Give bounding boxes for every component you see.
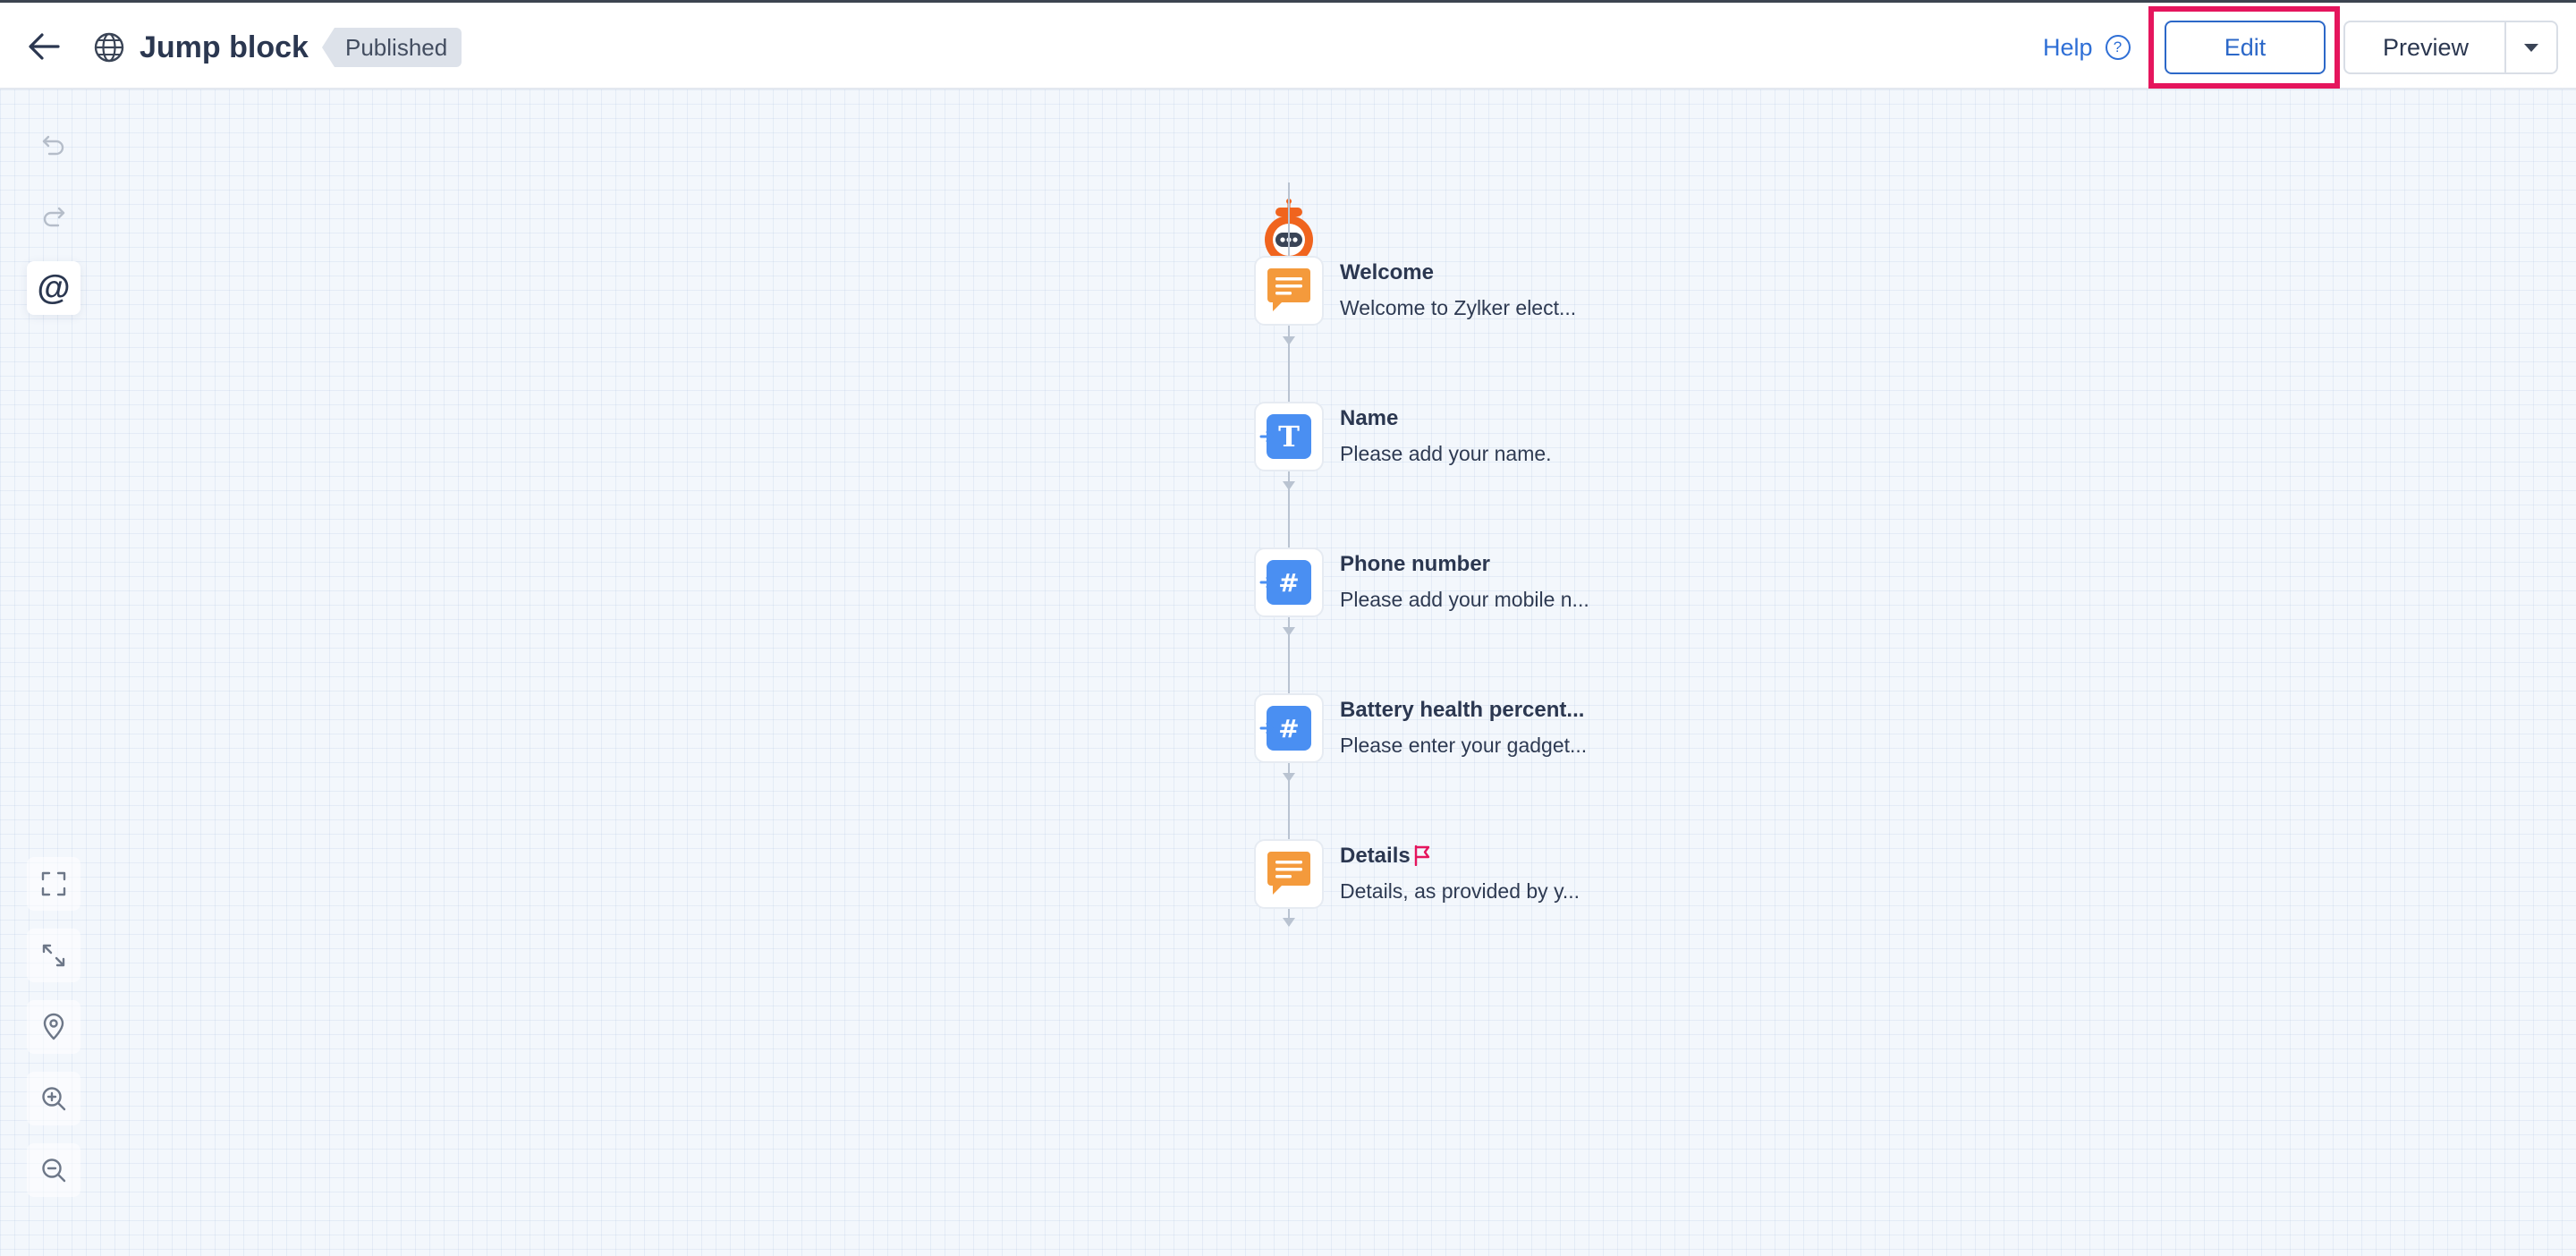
help-label: Help <box>2043 33 2093 61</box>
chat-message-icon <box>1267 268 1310 311</box>
flow-node-details[interactable]: Details Details, as provided by y... <box>1254 839 1880 911</box>
map-pin-icon <box>43 1013 64 1040</box>
node-description: Please enter your gadget... <box>1340 734 1588 757</box>
expand-icon <box>42 944 65 967</box>
node-title: Phone number <box>1340 552 1491 576</box>
flow-node-battery-health[interactable]: # Battery health percent... Please enter… <box>1254 693 1880 765</box>
undo-icon <box>42 135 64 156</box>
node-description: Please add your name. <box>1340 442 1552 465</box>
node-title: Details <box>1340 844 1411 868</box>
chat-message-icon <box>1267 852 1310 895</box>
node-title: Battery health percent... <box>1340 698 1585 722</box>
flow-node-phone-number[interactable]: # Phone number Please add your mobile n.… <box>1254 547 1880 619</box>
flag-icon <box>1414 844 1430 866</box>
globe-icon <box>94 32 124 63</box>
flow-node-welcome[interactable]: Welcome Welcome to Zylker elect... <box>1254 256 1880 327</box>
fit-screen-button[interactable] <box>27 857 80 911</box>
undo-button[interactable] <box>27 118 80 172</box>
input-arrow-icon <box>1259 722 1274 734</box>
back-button[interactable] <box>25 28 63 65</box>
preview-options-dropdown[interactable] <box>2504 21 2558 74</box>
input-arrow-icon <box>1259 576 1274 589</box>
node-icon-tile <box>1254 256 1324 326</box>
connector-arrow <box>1283 918 1295 927</box>
edit-button[interactable]: Edit <box>2165 21 2326 74</box>
zoom-in-icon <box>42 1087 66 1111</box>
node-description: Please add your mobile n... <box>1340 588 1589 611</box>
locate-button[interactable] <box>27 1000 80 1054</box>
node-description: Details, as provided by y... <box>1340 879 1580 903</box>
zoom-out-button[interactable] <box>27 1143 80 1197</box>
page-title: Jump block <box>140 30 309 64</box>
help-link[interactable]: Help ? <box>2043 30 2131 65</box>
question-circle-icon: ? <box>2105 35 2131 60</box>
node-title: Welcome <box>1340 260 1434 284</box>
top-bar: Jump block Published Help ? Edit Preview <box>0 0 2576 89</box>
input-arrow-icon <box>1259 430 1274 443</box>
zoom-in-button[interactable] <box>27 1072 80 1125</box>
redo-button[interactable] <box>27 190 80 243</box>
preview-button[interactable]: Preview <box>2343 21 2506 74</box>
node-icon-tile <box>1254 839 1324 909</box>
expand-button[interactable] <box>27 929 80 982</box>
node-description: Welcome to Zylker elect... <box>1340 296 1577 319</box>
node-title: Name <box>1340 406 1399 430</box>
caret-down-icon <box>2524 43 2538 52</box>
mention-button[interactable]: @ <box>27 261 80 315</box>
at-sign-icon: @ <box>37 269 71 307</box>
flow-node-name[interactable]: T Name Please add your name. <box>1254 402 1880 473</box>
status-badge: Published <box>322 28 462 67</box>
fullscreen-icon <box>41 871 66 896</box>
redo-icon <box>43 207 65 227</box>
zoom-out-icon <box>42 1158 66 1183</box>
flow-canvas[interactable]: @ Welcome Welcome to Zylker elect... T N… <box>0 89 2576 1256</box>
arrow-left-icon <box>29 33 60 60</box>
